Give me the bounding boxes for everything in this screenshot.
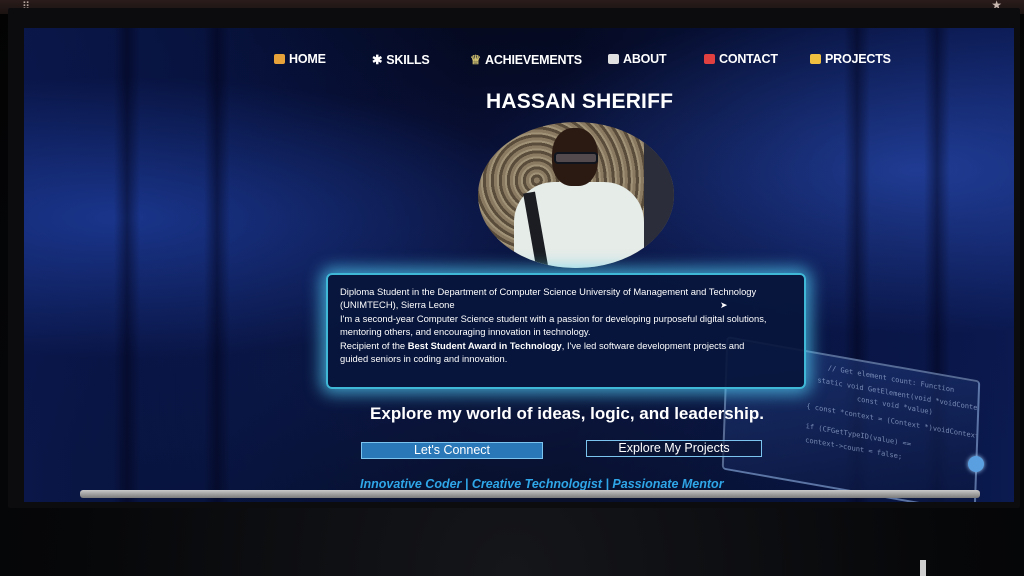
chat-icon[interactable] xyxy=(968,456,984,472)
bio-card: Diploma Student in the Department of Com… xyxy=(326,273,806,389)
bio-award-suffix: , I've led software development projects… xyxy=(561,339,745,351)
website-screen: // Get element count: Function static vo… xyxy=(24,28,1014,502)
mailbox-icon xyxy=(704,54,715,64)
bio-line: guided seniors in coding and innovation. xyxy=(340,353,508,365)
nav-contact[interactable]: CONTACT xyxy=(704,52,778,66)
nav-home[interactable]: HOME xyxy=(274,52,326,66)
nav-skills-label: SKILLS xyxy=(386,52,430,67)
curtain-fold xyxy=(114,28,140,502)
nav-home-label: HOME xyxy=(289,52,326,66)
bio-line: Diploma Student in the Department of Com… xyxy=(340,286,757,297)
nav-projects[interactable]: PROJECTS xyxy=(810,52,891,66)
photo-glasses xyxy=(554,152,598,164)
curtain-fold xyxy=(204,28,230,502)
roles-text: Innovative Coder | Creative Technologist… xyxy=(360,477,724,491)
stand-leg xyxy=(920,560,926,576)
folder-icon xyxy=(810,54,821,64)
page-title: HASSAN SHERIFF xyxy=(486,90,674,113)
tagline: Explore my world of ideas, logic, and le… xyxy=(370,404,764,423)
photo-scene: ⠿ ★ // Get element count: Function stati… xyxy=(0,0,1024,576)
id-card-icon xyxy=(608,54,619,64)
bio-line: Recipient of the Best Student Award in T… xyxy=(340,339,794,352)
nav-projects-label: PROJECTS xyxy=(825,52,891,66)
mouse-cursor-icon: ➤ xyxy=(720,300,728,310)
bio-line: mentoring others, and encouraging innova… xyxy=(340,326,591,338)
monitor-bottom-bezel xyxy=(80,490,980,498)
bio-award-name: Best Student Award in Technology xyxy=(407,339,562,351)
profile-photo xyxy=(478,122,674,268)
nav-about-label: ABOUT xyxy=(623,52,667,66)
main-nav: HOME ✱ SKILLS ♕ ACHIEVEMENTS ABOUT CONTA… xyxy=(274,52,894,72)
photo-background-wall xyxy=(644,122,674,268)
explore-projects-button[interactable]: Explore My Projects xyxy=(586,440,762,457)
bio-line: I'm a second-year Computer Science stude… xyxy=(340,312,767,324)
trophy-icon: ♕ xyxy=(470,53,482,67)
nav-contact-label: CONTACT xyxy=(719,52,778,66)
lets-connect-button[interactable]: Let's Connect xyxy=(361,442,543,459)
monitor: // Get element count: Function static vo… xyxy=(8,8,1020,508)
home-icon xyxy=(274,54,285,64)
nav-skills[interactable]: ✱ SKILLS xyxy=(372,52,430,68)
bio-award-prefix: Recipient of the xyxy=(340,339,408,351)
nav-about[interactable]: ABOUT xyxy=(608,52,666,66)
gear-icon: ✱ xyxy=(372,53,383,67)
nav-achievements[interactable]: ♕ ACHIEVEMENTS xyxy=(470,52,582,68)
nav-achievements-label: ACHIEVEMENTS xyxy=(485,52,582,67)
